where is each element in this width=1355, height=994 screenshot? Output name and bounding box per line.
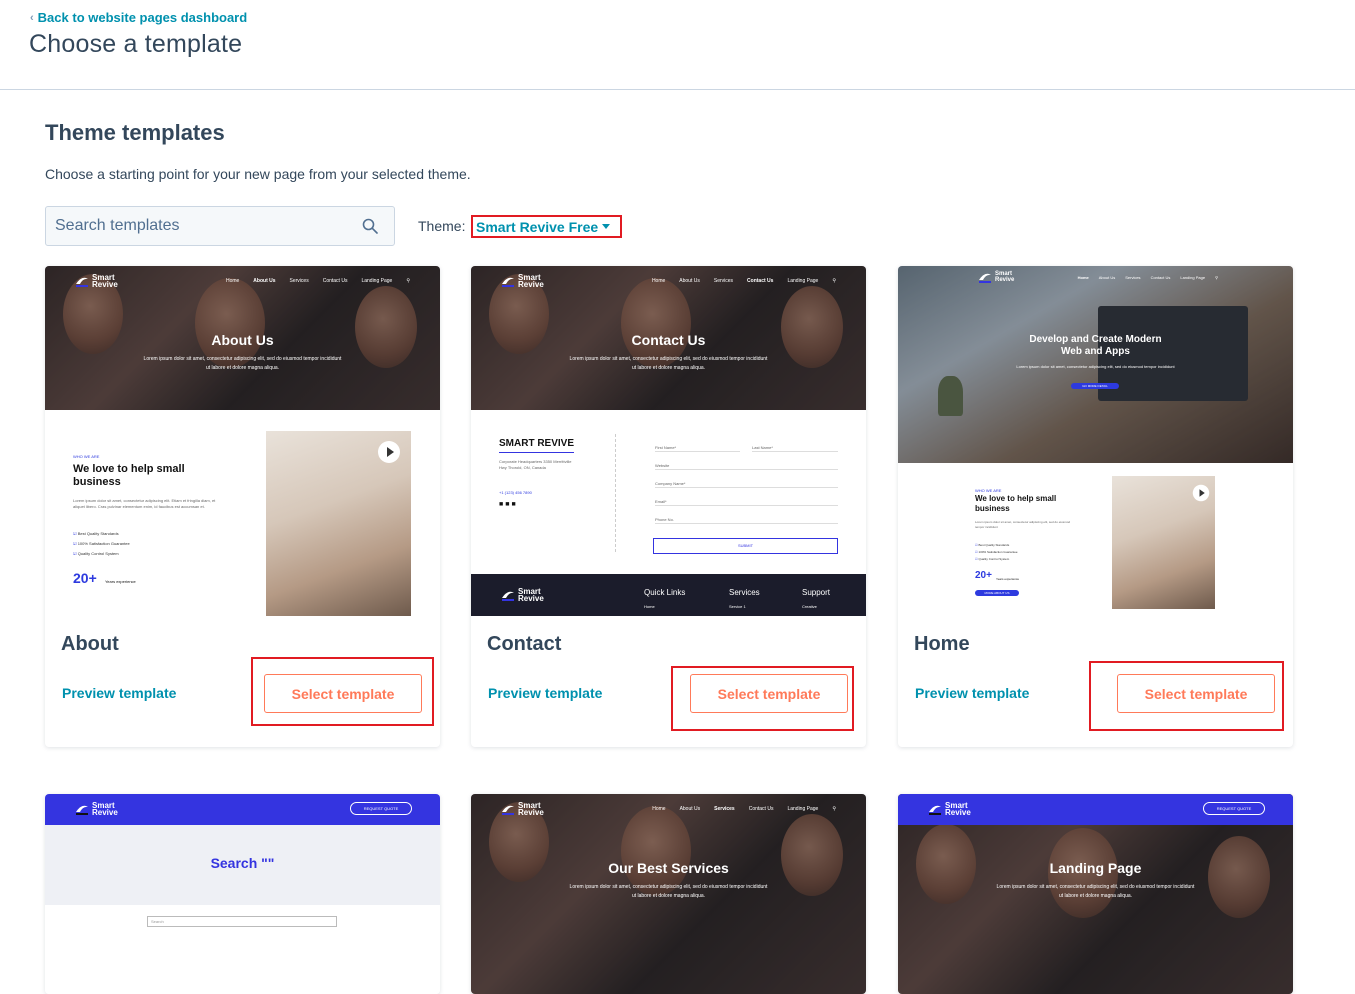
thumb-hero: Smart Revive Home About Us Services Contact … [45, 266, 440, 410]
theme-label: Theme: [418, 218, 466, 234]
select-template-button[interactable]: Select template [1117, 674, 1275, 713]
search-icon: ⚲ [832, 806, 836, 812]
logo-icon [979, 273, 991, 283]
template-thumbnail[interactable]: Smart Revive Home About Us Services Contact … [45, 266, 440, 616]
template-thumbnail[interactable]: Smart Revive Home About Us Services Contact … [471, 266, 866, 616]
template-name: Contact [487, 633, 562, 655]
template-thumbnail[interactable]: Smart Revive Home About Us Services Contact … [471, 794, 866, 994]
template-name: About [61, 633, 119, 655]
thumb-logo: Smart Revive [978, 271, 1014, 283]
template-card-landing: Smart Revive REQUEST QUOTE Landing Page L… [898, 794, 1293, 994]
thumb-logo: Smart Revive [501, 802, 544, 817]
theme-dropdown-value: Smart Revive Free [476, 218, 599, 235]
page-title: Choose a template [29, 30, 243, 58]
thumb-footer: Smart Revive Quick Links Services Support… [471, 574, 866, 616]
template-card-about: Smart Revive Home About Us Services Contact … [45, 266, 440, 747]
preview-template-link[interactable]: Preview template [62, 685, 176, 701]
thumb-hero: Smart Revive Home About Us Services Contact … [471, 794, 866, 994]
select-template-button[interactable]: Select template [264, 674, 422, 713]
template-card-contact: Smart Revive Home About Us Services Contact … [471, 266, 866, 747]
back-link-label: Back to website pages dashboard [37, 10, 248, 25]
logo-icon [76, 277, 88, 287]
search-icon[interactable] [362, 218, 378, 234]
search-icon: ⚲ [1215, 275, 1218, 280]
select-template-button[interactable]: Select template [690, 674, 848, 713]
thumb-logo: Smart Revive [928, 802, 971, 817]
template-name: Home [914, 633, 970, 655]
caret-down-icon [602, 224, 611, 229]
thumb-nav: Home About Us Services Contact Us Landing Pa… [652, 806, 836, 812]
thumb-logo: Smart Revive [501, 274, 544, 289]
search-input[interactable] [46, 207, 346, 245]
thumb-hero-title: Landing Page [1049, 860, 1142, 876]
thumb-hero-title: Our Best Services [608, 860, 729, 876]
logo-icon [502, 591, 514, 601]
thumb-hero-title: Contact Us [631, 332, 706, 348]
top-header: ‹ Back to website pages dashboard Choose… [0, 0, 1355, 90]
template-thumbnail[interactable]: Smart Revive REQUEST QUOTE Landing Page L… [898, 794, 1293, 994]
preview-template-link[interactable]: Preview template [488, 685, 602, 701]
thumb-nav: Home About Us Services Contact Us Landing Pa… [651, 278, 836, 284]
back-link[interactable]: ‹ Back to website pages dashboard [30, 10, 247, 25]
logo-icon [502, 805, 514, 815]
theme-dropdown[interactable]: Smart Revive Free [471, 215, 622, 238]
thumb-hero-title: Develop and Create Modern Web and Apps [1029, 334, 1162, 357]
play-icon [378, 441, 400, 463]
thumb-logo: Smart Revive [75, 274, 118, 289]
thumb-hero-title: Search "" [210, 855, 275, 871]
logo-icon [929, 805, 941, 815]
play-icon [1192, 484, 1210, 502]
thumb-header-bar: Smart Revive REQUEST QUOTE [898, 794, 1293, 825]
thumb-hero: Smart Revive Home About Us Services Contact … [898, 266, 1293, 463]
section-subtitle: Choose a starting point for your new pag… [45, 166, 471, 182]
thumb-nav: Home About Us Services Contact Us Landing Pa… [225, 278, 410, 284]
thumb-hero: Smart Revive REQUEST QUOTE Landing Page L… [898, 794, 1293, 994]
preview-template-link[interactable]: Preview template [915, 685, 1029, 701]
search-icon: ⚲ [406, 278, 410, 284]
template-card-services: Smart Revive Home About Us Services Contact … [471, 794, 866, 994]
logo-icon [76, 805, 88, 815]
template-thumbnail[interactable]: Smart Revive REQUEST QUOTE Search "" Sear… [45, 794, 440, 994]
template-card-home: Smart Revive Home About Us Services Contact … [898, 266, 1293, 747]
template-thumbnail[interactable]: Smart Revive Home About Us Services Contact … [898, 266, 1293, 616]
template-card-search: Smart Revive REQUEST QUOTE Search "" Sear… [45, 794, 440, 994]
chevron-left-icon: ‹ [30, 11, 34, 24]
thumb-hero: Smart Revive Home About Us Services Contact … [471, 266, 866, 410]
thumb-hero-title: About Us [211, 332, 274, 348]
thumb-header-bar: Smart Revive REQUEST QUOTE [45, 794, 440, 825]
section-title: Theme templates [45, 120, 225, 145]
thumb-logo: Smart Revive [75, 802, 118, 817]
search-icon: ⚲ [832, 278, 836, 284]
search-box [45, 206, 395, 246]
logo-icon [502, 277, 514, 287]
thumb-nav: Home About Us Services Contact Us Landing Pa… [1077, 275, 1218, 280]
